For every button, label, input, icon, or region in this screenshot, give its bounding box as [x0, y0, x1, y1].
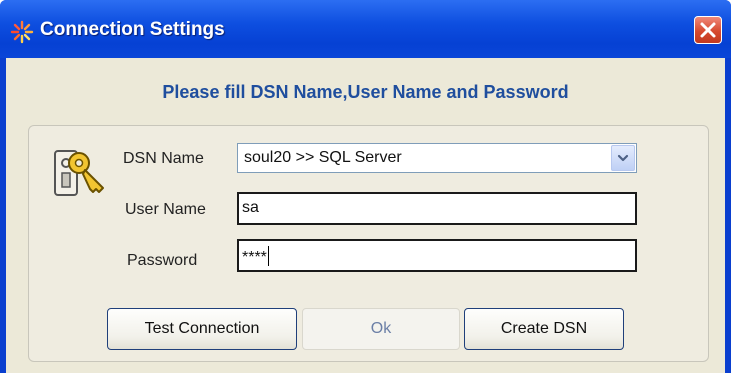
- dropdown-button[interactable]: [611, 145, 635, 171]
- user-name-value: sa: [242, 199, 259, 216]
- create-dsn-button[interactable]: Create DSN: [464, 308, 624, 350]
- password-field[interactable]: ****: [237, 239, 637, 272]
- sparkle-icon: [10, 20, 34, 44]
- close-button[interactable]: [694, 16, 722, 44]
- dsn-name-label: DSN Name: [123, 150, 204, 167]
- user-name-field[interactable]: sa: [237, 192, 637, 225]
- ok-button[interactable]: Ok: [302, 308, 460, 350]
- password-mask: ****: [242, 249, 267, 266]
- window-title: Connection Settings: [40, 19, 225, 40]
- dsn-name-select[interactable]: soul20 >> SQL Server: [237, 143, 637, 173]
- connection-settings-window: Connection Settings Please fill DSN Name…: [0, 0, 731, 373]
- text-caret: [267, 246, 269, 266]
- keys-icon: [54, 150, 104, 196]
- title-bar[interactable]: Connection Settings: [0, 0, 731, 58]
- user-name-label: User Name: [125, 201, 206, 218]
- dialog-body: Please fill DSN Name,User Name and Passw…: [6, 58, 725, 373]
- instruction-heading: Please fill DSN Name,User Name and Passw…: [162, 82, 569, 102]
- test-connection-button[interactable]: Test Connection: [107, 308, 297, 350]
- dsn-name-value: soul20 >> SQL Server: [244, 149, 402, 166]
- chevron-down-icon: [617, 154, 629, 162]
- password-label: Password: [127, 252, 198, 269]
- close-icon: [700, 22, 716, 38]
- password-value: ****: [242, 246, 269, 267]
